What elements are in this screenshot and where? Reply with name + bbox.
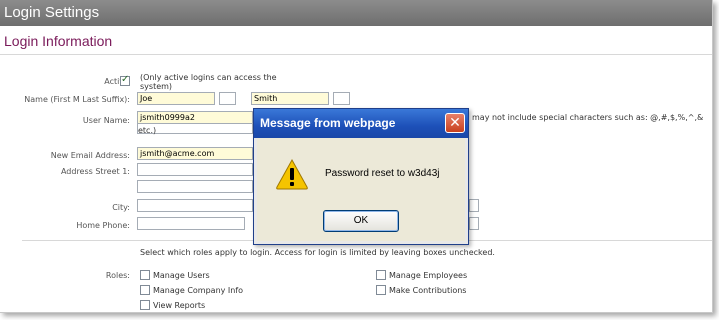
role-manage-users-checkbox[interactable] (140, 270, 150, 280)
role-make-contributions-label: Make Contributions (389, 286, 467, 295)
active-note: (Only active logins can access the syste… (140, 73, 277, 91)
role-manage-users-label: Manage Users (153, 271, 210, 280)
phone-input[interactable] (137, 217, 245, 230)
username-input[interactable]: jsmith0999a2 (137, 111, 253, 124)
section-divider (0, 54, 712, 55)
roles-label: Roles: (105, 271, 130, 280)
suffix-input[interactable] (333, 92, 350, 105)
ok-button[interactable]: OK (323, 210, 399, 232)
role-manage-employees-label: Manage Employees (389, 271, 468, 280)
role-view-reports-label: View Reports (153, 301, 206, 310)
close-icon: ✕ (449, 115, 461, 131)
section-title: Login Information (4, 33, 113, 49)
role-manage-company-info-label: Manage Company Info (153, 286, 244, 295)
dialog-titlebar[interactable]: Message from webpage ✕ (254, 109, 468, 138)
dialog-title: Message from webpage (260, 116, 396, 130)
email-input[interactable]: jsmith@acme.com (137, 147, 253, 160)
role-manage-employees-checkbox[interactable] (376, 270, 386, 280)
address2-input[interactable] (137, 180, 253, 193)
username-label: User Name: (82, 116, 130, 125)
city-input[interactable] (137, 199, 253, 212)
role-manage-company-info-checkbox[interactable] (140, 285, 150, 295)
first-name-input[interactable]: Joe (137, 92, 215, 105)
name-label: Name (First M Last Suffix): (24, 95, 130, 104)
phone-ext-input[interactable] (469, 217, 479, 230)
address1-label: Address Street 1: (60, 167, 130, 176)
active-checkbox[interactable] (120, 74, 130, 86)
warning-icon (276, 158, 308, 190)
roles-intro: Select which roles apply to login. Acces… (140, 248, 495, 257)
username-note-tail: etc.) (138, 126, 157, 135)
city-label: City: (112, 203, 130, 212)
panel-title: Login Settings (0, 0, 712, 26)
address1-input[interactable] (137, 163, 253, 176)
phone-label: Home Phone: (76, 221, 130, 230)
middle-initial-input[interactable] (219, 92, 236, 105)
state-input[interactable] (469, 199, 479, 212)
role-view-reports-checkbox[interactable] (140, 300, 150, 310)
dialog-close-button[interactable]: ✕ (445, 113, 465, 133)
dialog-message: Password reset to w3d43j (325, 168, 440, 179)
message-dialog: Message from webpage ✕ Password reset to… (253, 108, 469, 245)
username-note: may not include special characters such … (472, 113, 704, 122)
last-name-input[interactable]: Smith (251, 92, 329, 105)
email-label: New Email Address: (50, 151, 130, 160)
role-make-contributions-checkbox[interactable] (376, 285, 386, 295)
dialog-body: Password reset to w3d43j OK (257, 138, 465, 241)
